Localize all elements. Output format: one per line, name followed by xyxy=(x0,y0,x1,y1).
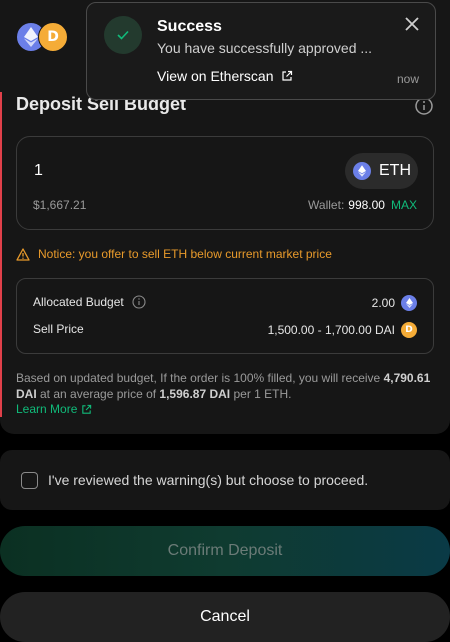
view-on-etherscan-link[interactable]: View on Etherscan xyxy=(157,68,293,84)
toast-title: Success xyxy=(157,18,222,35)
fiat-value: $1,667.21 xyxy=(33,198,87,212)
acknowledge-warning-row[interactable]: I've reviewed the warning(s) but choose … xyxy=(0,450,450,510)
confirm-deposit-label: Confirm Deposit xyxy=(167,542,283,559)
external-link-icon xyxy=(82,404,92,414)
cancel-button[interactable]: Cancel xyxy=(0,592,450,642)
close-icon[interactable] xyxy=(403,15,421,33)
allocated-budget-label: Allocated Budget xyxy=(33,295,124,309)
toast-message: You have successfully approved ... xyxy=(157,40,373,56)
cancel-label: Cancel xyxy=(200,608,250,625)
notice-text: Notice: you offer to sell ETH below curr… xyxy=(38,247,332,261)
summary-text-2: at an average price of xyxy=(36,387,160,401)
wallet-amount: 998.00 xyxy=(348,198,385,212)
allocated-budget-value: 2.00 xyxy=(371,296,395,310)
acknowledge-label: I've reviewed the warning(s) but choose … xyxy=(48,472,369,488)
allocated-budget-row: Allocated Budget xyxy=(33,295,146,309)
amount-input[interactable]: 1 xyxy=(34,162,43,180)
allocated-budget-value-row: 2.00 xyxy=(372,295,417,311)
deposit-amount-box[interactable]: 1 ETH $1,667.21 Wallet: 998.00 MAX xyxy=(16,136,434,230)
dai-icon: D xyxy=(38,22,68,52)
learn-more-link[interactable]: Learn More xyxy=(16,402,92,416)
sell-price-label: Sell Price xyxy=(33,322,84,336)
wallet-balance: Wallet: 998.00 MAX xyxy=(308,198,417,212)
token-pair: D xyxy=(16,22,72,54)
sell-price-row: Sell Price xyxy=(33,322,84,336)
wallet-label: Wallet: xyxy=(308,198,345,212)
external-link-icon xyxy=(282,70,293,81)
token-label: ETH xyxy=(379,162,411,179)
token-select-pill[interactable]: ETH xyxy=(345,153,418,189)
acknowledge-checkbox[interactable] xyxy=(21,471,38,489)
confirm-deposit-button[interactable]: Confirm Deposit xyxy=(0,526,450,576)
sell-price-value: 1,500.00 - 1,700.00 DAI xyxy=(267,323,395,337)
check-icon xyxy=(104,16,142,54)
average-price: 1,596.87 DAI xyxy=(159,387,231,401)
learn-more-label: Learn More xyxy=(16,402,78,416)
info-icon[interactable] xyxy=(132,295,146,309)
eth-icon xyxy=(401,295,417,311)
eth-icon xyxy=(353,162,371,180)
price-notice: Notice: you offer to sell ETH below curr… xyxy=(16,247,332,261)
dai-icon: D xyxy=(401,322,417,338)
max-button[interactable]: MAX xyxy=(391,198,417,212)
success-toast: Success You have successfully approved .… xyxy=(86,2,436,100)
summary-text-1: Based on updated budget, If the order is… xyxy=(16,371,384,385)
summary-text-3: per 1 ETH. xyxy=(230,387,292,401)
sell-price-value-row: 1,500.00 - 1,700.00 DAI D xyxy=(268,322,417,338)
warning-accent-bar xyxy=(0,92,2,417)
toast-timestamp: now xyxy=(396,72,419,86)
order-summary-text: Based on updated budget, If the order is… xyxy=(16,370,436,402)
warning-icon xyxy=(16,247,30,261)
budget-summary-box: Allocated Budget 2.00 Sell Price 1,500.0… xyxy=(16,278,434,354)
etherscan-link-label: View on Etherscan xyxy=(157,68,274,84)
